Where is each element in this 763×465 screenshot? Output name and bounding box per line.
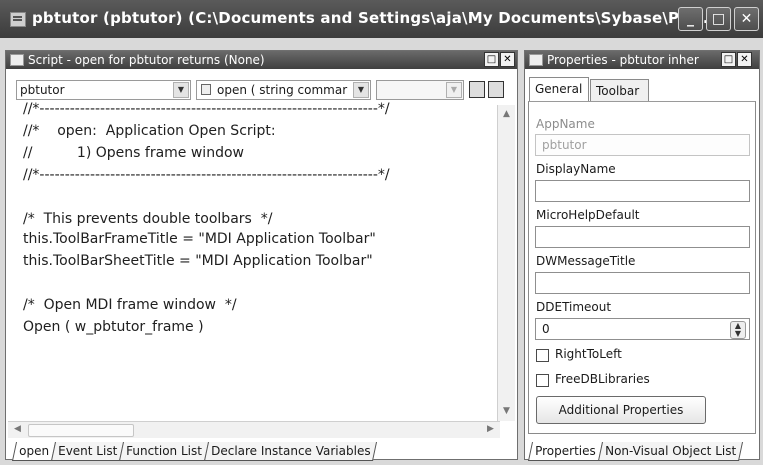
tab-declare-instance-variables[interactable]: Declare Instance Variables xyxy=(203,442,378,461)
tab-toolbar-label: Toolbar xyxy=(596,84,640,98)
window-title: pbtutor (pbtutor) (C:\Documents and Sett… xyxy=(32,9,721,27)
script-bottom-tabs: open Event List Function List Declare Insta… xyxy=(11,442,378,462)
freedblibraries-checkbox[interactable] xyxy=(536,374,549,387)
ddetimeout-stepper[interactable]: 0 ▲ ▼ xyxy=(535,318,750,340)
freedblibraries-label: FreeDBLibraries xyxy=(555,372,650,386)
chevron-down-icon[interactable]: ▼ xyxy=(353,82,369,98)
microhelpdefault-label: MicroHelpDefault xyxy=(536,208,640,222)
code-line: Open ( w_pbtutor_frame ) xyxy=(23,319,204,335)
properties-pane-maximize-icon[interactable]: □ xyxy=(721,52,736,67)
tab-non-visual-object-list-label: Non-Visual Object List xyxy=(604,444,736,458)
displayname-field[interactable] xyxy=(535,180,750,202)
code-line: /* Open MDI frame window */ xyxy=(23,297,237,313)
minimize-icon[interactable]: _ xyxy=(678,7,703,31)
event-select[interactable]: open ( string commar ▼ xyxy=(196,80,371,100)
spin-updown-icon[interactable]: ▲ ▼ xyxy=(730,321,746,339)
event-select-value: open ( string commar xyxy=(217,83,348,97)
appname-field: pbtutor xyxy=(535,134,750,156)
chevron-down-icon[interactable]: ▼ xyxy=(446,82,462,98)
layout-split-icon[interactable] xyxy=(488,81,504,98)
code-line: /* This prevents double toolbars */ xyxy=(23,211,273,227)
additional-properties-button[interactable]: Additional Properties xyxy=(536,396,706,424)
properties-pane-close-icon[interactable]: ✕ xyxy=(737,52,752,67)
tab-general[interactable]: General xyxy=(529,77,589,102)
scroll-up-icon[interactable]: ▲ xyxy=(499,107,514,122)
tab-function-list[interactable]: Function List xyxy=(119,442,209,461)
appname-label: AppName xyxy=(536,117,595,131)
close-icon[interactable]: ✕ xyxy=(734,7,759,31)
tab-event-list-label: Event List xyxy=(58,444,118,458)
tab-non-visual-object-list[interactable]: Non-Visual Object List xyxy=(597,442,743,461)
object-select[interactable]: pbtutor ▼ xyxy=(16,80,191,100)
properties-bottom-tabs: Properties Non-Visual Object List xyxy=(527,442,743,462)
object-select-value: pbtutor xyxy=(20,83,65,97)
tab-general-label: General xyxy=(535,82,583,96)
code-line: // 1) Opens frame window xyxy=(23,145,244,161)
tab-open[interactable]: open xyxy=(11,442,56,461)
vertical-scrollbar[interactable]: ▲ ▼ xyxy=(497,105,515,421)
properties-pane-title: Properties - pbtutor inher xyxy=(547,53,699,67)
horizontal-scrollbar[interactable]: ◀ ▶ xyxy=(8,421,500,438)
window-title-bar: pbtutor (pbtutor) (C:\Documents and Sett… xyxy=(0,0,763,38)
code-line: this.ToolBarFrameTitle = "MDI Applicatio… xyxy=(23,231,376,247)
displayname-label: DisplayName xyxy=(536,162,616,176)
code-line: //*-------------------------------------… xyxy=(23,167,390,183)
chevron-down-icon[interactable]: ▼ xyxy=(173,82,189,98)
tab-properties-label: Properties xyxy=(535,444,596,458)
scroll-left-icon[interactable]: ◀ xyxy=(10,422,25,437)
ancestor-select[interactable]: ▼ xyxy=(376,80,464,100)
script-pane-title: Script - open for pbtutor returns (None) xyxy=(28,53,265,67)
code-line: this.ToolBarSheetTitle = "MDI Applicatio… xyxy=(23,253,373,269)
tab-properties[interactable]: Properties xyxy=(527,442,603,461)
righttoleft-checkbox[interactable] xyxy=(536,349,549,362)
maximize-icon[interactable]: □ xyxy=(706,7,731,31)
scroll-right-icon[interactable]: ▶ xyxy=(483,422,498,437)
script-pane-title-bar: Script - open for pbtutor returns (None)… xyxy=(6,51,517,69)
tab-event-list[interactable]: Event List xyxy=(50,442,125,461)
code-line: //*-------------------------------------… xyxy=(23,101,390,117)
horizontal-scroll-thumb[interactable] xyxy=(28,424,134,437)
righttoleft-label: RightToLeft xyxy=(555,347,622,361)
scroll-down-icon[interactable]: ▼ xyxy=(499,404,514,419)
tab-toolbar[interactable]: Toolbar xyxy=(590,79,649,103)
script-icon xyxy=(10,54,24,66)
code-line: //* open: Application Open Script: xyxy=(23,123,276,139)
microhelpdefault-field[interactable] xyxy=(535,226,750,248)
tab-open-label: open xyxy=(19,444,50,458)
properties-pane-title-bar: Properties - pbtutor inher □ ✕ xyxy=(525,51,759,69)
script-pane-close-icon[interactable]: ✕ xyxy=(500,52,515,67)
ddetimeout-label: DDETimeout xyxy=(536,300,612,314)
tab-function-list-label: Function List xyxy=(126,444,203,458)
app-icon xyxy=(10,12,26,27)
code-editor[interactable]: //*-------------------------------------… xyxy=(8,101,488,419)
layout-list-icon[interactable] xyxy=(469,81,485,98)
tab-declare-label: Declare Instance Variables xyxy=(211,444,371,458)
properties-icon xyxy=(529,54,543,66)
dwmessagetitle-label: DWMessageTitle xyxy=(536,254,636,268)
script-event-icon xyxy=(201,84,211,95)
ddetimeout-value: 0 xyxy=(542,322,550,336)
script-pane-maximize-icon[interactable]: □ xyxy=(484,52,499,67)
dwmessagetitle-field[interactable] xyxy=(535,272,750,294)
